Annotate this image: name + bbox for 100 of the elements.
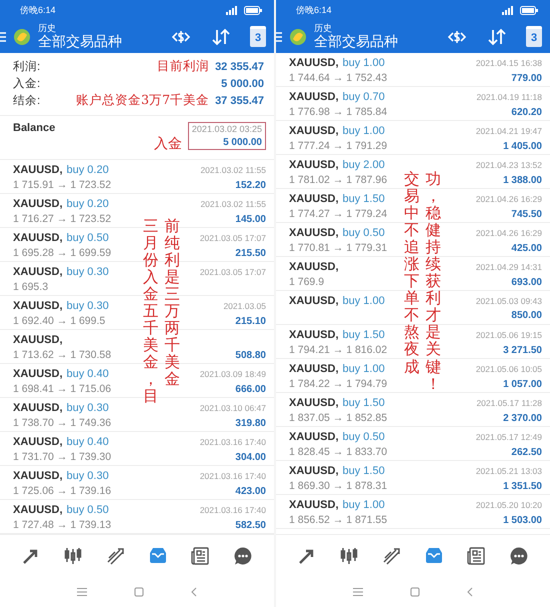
order-type-label: buy 0.30: [66, 402, 109, 414]
menu-icon[interactable]: [352, 587, 364, 597]
summary-label: 入金:: [13, 76, 42, 91]
order-type-label: buy 0.70: [342, 91, 385, 103]
summary-value: 37 355.47: [215, 94, 264, 106]
order-type-label: buy 1.00: [342, 363, 385, 375]
order-type-label: buy 0.50: [342, 227, 385, 239]
symbol-label: XAUUSD,: [13, 266, 63, 278]
timestamp: 2021.04.26 16:29: [476, 194, 542, 204]
timestamp: 2021.05.21 13:03: [476, 466, 542, 476]
home-icon[interactable]: [134, 587, 144, 597]
price-range: 1 776.98 → 1 785.84: [289, 106, 388, 118]
order-type-label: buy 1.50: [342, 397, 385, 409]
order-type-label: buy 1.50: [342, 193, 385, 205]
timestamp: 2021.03.09 18:49: [200, 369, 266, 379]
timestamp: 2021.04.29 14:31: [476, 262, 542, 272]
price-range: 1 692.40 → 1 699.5: [13, 315, 106, 327]
timestamp: 2021.05.20 10:20: [476, 500, 542, 510]
order-type-label: buy 2.00: [342, 159, 385, 171]
timestamp: 2021.03.16 17:40: [200, 505, 266, 515]
chat-icon: [232, 546, 253, 566]
inbox-icon: [148, 545, 168, 565]
summary-label: 利润:: [13, 59, 42, 74]
timestamp: 2021.04.21 19:47: [476, 126, 542, 136]
profit-value: 508.80: [235, 350, 266, 361]
balance-label: Balance: [13, 122, 56, 134]
order-type-label: buy 0.20: [66, 198, 109, 210]
symbol-label: XAUUSD,: [289, 91, 339, 103]
candlestick-icon: [63, 546, 84, 566]
handwritten-note: 功，稳健持续获利才是关键！: [426, 171, 441, 393]
price-range: 1 715.91 → 1 723.52: [13, 179, 112, 191]
newspaper-icon: [466, 546, 486, 566]
price-range: 1 738.70 → 1 749.36: [13, 417, 112, 429]
trend-lines-icon: [382, 546, 402, 566]
back-icon[interactable]: [466, 587, 474, 597]
order-type-label: buy 1.50: [342, 329, 385, 341]
order-type-label: buy 0.30: [66, 470, 109, 482]
order-type-label: buy 0.40: [66, 436, 109, 448]
price-range: 1 695.3: [13, 281, 48, 293]
profit-value: 1 057.00: [503, 379, 542, 390]
profit-value: 215.10: [235, 316, 266, 327]
calendar-button[interactable]: 3: [526, 26, 542, 47]
profit-value: 850.00: [511, 310, 542, 321]
order-type-label: buy 1.50: [342, 465, 385, 477]
timestamp: 2021.03.02 03:25: [192, 124, 262, 134]
price-range: 1 716.27 → 1 723.52: [13, 213, 112, 225]
order-type-label: buy 0.30: [66, 266, 109, 278]
timestamp: 2021.04.15 16:38: [476, 58, 542, 68]
price-range: 1 695.28 → 1 699.59: [13, 247, 112, 259]
handwritten-note: 交易中不追涨下单不熬夜成: [404, 171, 420, 378]
chat-icon: [508, 546, 529, 566]
price-range: 1 769.9: [289, 276, 324, 288]
order-type-label: buy 1.00: [342, 295, 385, 307]
timestamp: 2021.04.23 13:52: [476, 160, 542, 170]
order-type-label: buy 0.40: [66, 368, 109, 380]
handwritten-note: 账户总资金3万7千美金: [76, 92, 210, 107]
trend-lines-icon: [106, 546, 126, 566]
timestamp: 2021.05.03 09:43: [476, 296, 542, 306]
calendar-button[interactable]: 3: [250, 26, 266, 47]
deposit-amount: 5 000.00: [223, 137, 262, 148]
timestamp: 2021.03.02 11:55: [200, 199, 266, 209]
order-type-label: buy 0.20: [66, 164, 109, 176]
symbol-label: XAUUSD,: [289, 159, 339, 171]
order-type-label: buy 1.00: [342, 57, 385, 69]
symbol-label: XAUUSD,: [13, 334, 63, 346]
order-type-label: buy 1.00: [342, 125, 385, 137]
price-range: 1 713.62 → 1 730.58: [13, 349, 112, 361]
summary-label: 结余:: [13, 94, 42, 108]
profit-value: 779.00: [511, 73, 542, 84]
timestamp: 2021.05.17 11:28: [476, 398, 542, 408]
summary-value: 5 000.00: [221, 78, 264, 90]
profit-value: 620.20: [511, 107, 542, 118]
candlestick-icon: [339, 546, 360, 566]
profit-value: 262.50: [511, 447, 542, 458]
price-range: 1 770.81 → 1 779.31: [289, 242, 388, 254]
symbol-label: XAUUSD,: [289, 261, 339, 273]
symbol-label: XAUUSD,: [289, 329, 339, 341]
timestamp: 2021.03.05 17:07: [200, 267, 266, 277]
back-icon[interactable]: [190, 587, 198, 597]
price-range: 1 828.45 → 1 833.70: [289, 446, 388, 458]
profit-value: 3 271.50: [503, 345, 542, 356]
home-icon[interactable]: [410, 587, 420, 597]
handwritten-note: 入金: [154, 135, 183, 154]
price-range: 1 744.64 → 1 752.43: [289, 72, 388, 84]
timestamp: 2021.03.02 11:55: [200, 165, 266, 175]
symbol-label: XAUUSD,: [13, 300, 63, 312]
price-range: 1 725.06 → 1 739.16: [13, 485, 112, 497]
timestamp: 2021.04.26 16:29: [476, 228, 542, 238]
symbol-label: XAUUSD,: [289, 227, 339, 239]
price-range: 1 784.22 → 1 794.79: [289, 378, 388, 390]
screen-title: 全部交易品种: [38, 34, 123, 50]
symbol-label: XAUUSD,: [13, 232, 63, 244]
symbol-label: XAUUSD,: [289, 397, 339, 409]
price-range: 1 856.52 → 1 871.55: [289, 514, 388, 526]
signal-icon: [226, 6, 240, 14]
symbol-label: XAUUSD,: [289, 499, 339, 511]
menu-icon[interactable]: [76, 587, 88, 597]
status-time: 傍晚6:14: [20, 4, 56, 16]
screen-title: 全部交易品种: [314, 34, 399, 50]
handwritten-note: 目前利润: [157, 58, 210, 73]
